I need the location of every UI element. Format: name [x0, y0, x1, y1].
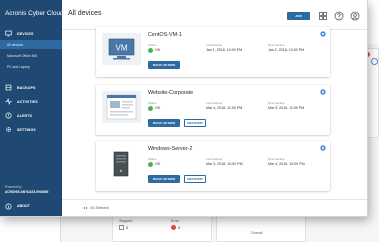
device-name: Windows-Server-2: [148, 146, 193, 152]
sidebar-item-label: ACTIVITIES: [17, 100, 38, 104]
sidebar-item-backups[interactable]: BACKUPS: [0, 82, 62, 94]
status-label: Status: [148, 157, 157, 161]
monitor-icon: [5, 30, 12, 37]
gear-icon: [6, 127, 11, 132]
status-ok-icon: [148, 162, 153, 167]
back-up-now-button[interactable]: BACK UP NOW: [148, 119, 180, 127]
sidebar-item-label: BACKUPS: [17, 86, 36, 90]
selection-arrows-icon[interactable]: [83, 206, 88, 210]
last-backup-label: Last backup: [206, 43, 223, 47]
sidebar: Acronis Cyber Cloud DEVICES All devices …: [0, 0, 64, 216]
sidebar-subitem-label: PC and Laptop: [7, 64, 30, 69]
sidebar-item-label: SETTINGS: [17, 128, 36, 132]
status-label: Status: [148, 101, 157, 105]
last-backup-value: Jan 1, 2018, 10:00 PM: [206, 48, 243, 53]
sidebar-subitem-pc-laptop[interactable]: PC and Laptop: [0, 62, 62, 71]
sidebar-item-label: DEVICES: [17, 32, 34, 36]
next-backup-label: Next backup: [268, 157, 285, 161]
server-icon: [102, 147, 141, 179]
page-title: All devices: [68, 10, 102, 17]
background-error-icon: [171, 225, 176, 230]
grid-icon[interactable]: [318, 11, 328, 21]
settings-gear-icon[interactable]: [320, 89, 326, 95]
selection-footer: 0/3 Selected: [62, 199, 367, 216]
last-backup-value: Mar 3, 2018, 10:00 PM: [206, 162, 243, 167]
device-card[interactable]: Windows-Server-2 Status OK Last backup M…: [96, 141, 330, 191]
status-value: OK: [155, 162, 161, 167]
alert-icon: [5, 112, 12, 119]
background-stopped-checkbox: [119, 225, 124, 230]
sidebar-subitem-label: All devices: [7, 42, 24, 47]
selected-count: 0/3 Selected: [90, 206, 109, 210]
sidebar-item-alerts[interactable]: ALERTS: [0, 110, 62, 122]
status-label: Status: [148, 43, 157, 47]
next-backup-value: Jan 2, 2018, 10:00 PM: [268, 48, 305, 53]
back-up-now-button[interactable]: BACK UP NOW: [148, 175, 180, 183]
sidebar-item-label: ABOUT: [17, 203, 30, 208]
background-overall-card: Overall: [216, 215, 306, 242]
sidebar-item-settings[interactable]: SETTINGS: [0, 124, 62, 136]
sidebar-item-devices[interactable]: DEVICES: [0, 28, 62, 40]
sidebar-item-label: ALERTS: [17, 114, 32, 118]
status-ok-icon: [148, 48, 153, 53]
sidebar-item-about[interactable]: ABOUT: [0, 200, 62, 212]
status-ok-icon: [148, 106, 153, 111]
brand-logo: Acronis Cyber Cloud: [5, 10, 64, 17]
next-backup-label: Next backup: [268, 101, 285, 105]
last-backup-label: Last backup: [206, 101, 223, 105]
recover-button[interactable]: RECOVER: [184, 175, 206, 183]
activities-icon: [5, 98, 12, 105]
background-error-label: Error: [171, 219, 179, 223]
last-backup-value: Mar 4, 2018, 11:00 PM: [206, 106, 243, 111]
recover-button[interactable]: RECOVER: [184, 119, 206, 127]
vm-icon: VM: [102, 33, 141, 65]
sidebar-subitem-label: Microsoft Office 365: [7, 53, 38, 58]
sidebar-subitem-all-devices[interactable]: All devices: [0, 40, 62, 49]
background-stopped-value: 0: [126, 225, 129, 230]
next-backup-value: Mar 5, 2018, 11:00 PM: [268, 106, 305, 111]
svg-text:VM: VM: [116, 44, 128, 53]
settings-gear-icon[interactable]: [320, 145, 326, 151]
powered-by-text: Powered by ACRONIS ANYDATA ENGINE: [5, 185, 49, 194]
background-stopped-label: Stopped: [119, 219, 133, 223]
background-info-icon: [371, 58, 378, 65]
device-card[interactable]: Website-Corporate Status OK Last backup …: [96, 85, 330, 135]
back-up-now-button[interactable]: BACK UP NOW: [148, 61, 180, 69]
backup-icon: [5, 84, 12, 91]
screenshot-stage: Stopped 0 Error 0 Overall Acronis Cyber …: [0, 0, 379, 242]
main-console-window: Acronis Cyber Cloud DEVICES All devices …: [0, 0, 367, 216]
powered-by-label: Powered by: [5, 185, 22, 189]
powered-by-brand: ACRONIS ANYDATA ENGINE: [5, 189, 49, 194]
status-value: OK: [155, 106, 161, 111]
background-status-card: Stopped 0 Error 0: [112, 215, 212, 242]
info-icon: [5, 203, 12, 210]
website-icon: [102, 91, 141, 123]
next-backup-label: Next backup: [268, 43, 285, 47]
help-icon[interactable]: [334, 11, 344, 21]
sidebar-item-activities[interactable]: ACTIVITIES: [0, 96, 62, 108]
status-value: OK: [155, 48, 161, 53]
user-icon[interactable]: [350, 11, 360, 21]
top-bar: All devices ADD: [62, 0, 367, 30]
last-backup-label: Last backup: [206, 157, 223, 161]
device-card[interactable]: VM CentOS-VM-1 Status OK Last backup Jan…: [96, 27, 330, 77]
settings-gear-icon[interactable]: [320, 31, 326, 37]
background-error-value: 0: [178, 225, 181, 230]
device-name: Website-Corporate: [148, 90, 194, 96]
add-button[interactable]: ADD: [287, 12, 310, 20]
sidebar-subitem-office365[interactable]: Microsoft Office 365: [0, 51, 62, 60]
background-overall-label: Overall: [251, 231, 263, 235]
next-backup-value: Mar 4, 2018, 10:00 PM: [268, 162, 305, 167]
device-name: CentOS-VM-1: [148, 32, 182, 38]
